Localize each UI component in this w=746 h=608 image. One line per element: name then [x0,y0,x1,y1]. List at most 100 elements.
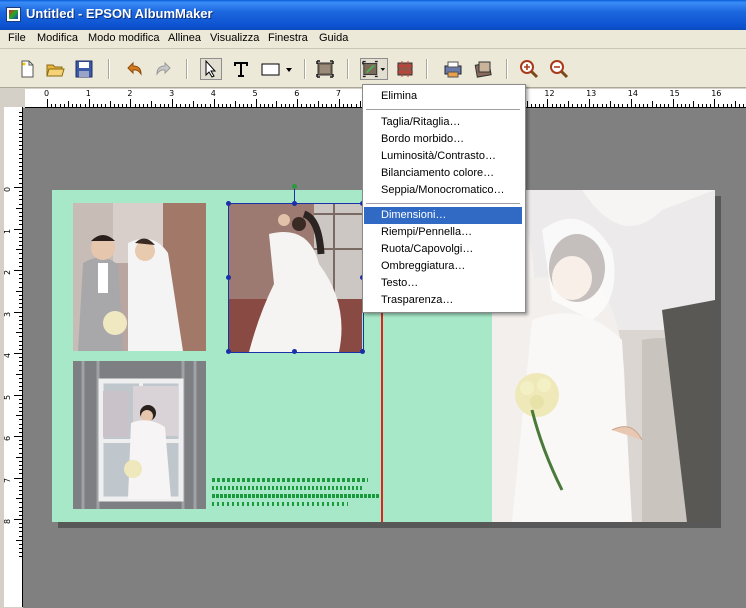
menu-file[interactable]: File [8,32,26,44]
photo-couple[interactable] [73,203,206,351]
ruler-tick [559,104,561,107]
ruler-tick [19,365,22,367]
photo-window[interactable] [73,361,206,509]
ruler-tick [19,220,22,222]
ruler-v-label: 6 [4,436,12,441]
edit-image-menu: Elimina Taglia/Ritaglia… Bordo morbido… … [362,84,526,313]
redo-icon[interactable] [153,58,175,80]
photo-effects-icon[interactable] [472,58,494,80]
ruler-tick [19,191,22,193]
resize-handle-bottom[interactable] [292,349,297,354]
ruler-tick [355,104,357,107]
menu-finestra[interactable]: Finestra [268,32,308,44]
ruler-tick [19,286,22,288]
ruler-tick [84,104,86,107]
menu-allinea[interactable]: Allinea [168,32,201,44]
ruler-tick [293,104,295,107]
ruler-tick [263,104,265,107]
ruler-tick [19,174,22,176]
ruler-tick [109,101,111,107]
app-icon[interactable] [6,7,21,22]
frame-layout-icon[interactable] [314,58,336,80]
ruler-tick [685,104,686,107]
crop-image-icon[interactable] [394,58,416,80]
ruler-tick [19,510,22,512]
ruler-tick [659,104,661,107]
vertical-ruler: 0 1 2 3 4 5 6 7 8 [4,107,23,607]
menu-modifica[interactable]: Modifica [37,32,78,44]
menu-item-elimina[interactable]: Elimina [364,88,522,105]
ruler-tick [359,101,361,107]
menu-item-trasparenza[interactable]: Trasparenza… [364,292,522,309]
menu-item-riempi-pennella[interactable]: Riempi/Pennella… [364,224,522,241]
save-icon[interactable] [73,58,95,80]
ruler-h-label: 3 [169,89,175,98]
menu-item-seppia-monocromatico[interactable]: Seppia/Monocromatico… [364,182,522,199]
select-arrow-icon[interactable] [200,58,222,80]
ruler-tick [547,99,549,107]
ruler-tick [622,104,624,107]
new-file-icon[interactable] [16,58,38,80]
menu-item-dimensioni[interactable]: Dimensioni… [364,207,522,224]
ruler-tick [564,104,566,107]
resize-handle-left[interactable] [226,275,231,280]
ruler-tick [19,406,22,408]
ruler-tick [19,257,22,259]
ruler-tick [19,149,22,151]
ruler-tick [19,261,22,263]
ruler-tick [19,112,22,113]
menu-item-bilanciamento-colore[interactable]: Bilanciamento colore… [364,165,522,182]
ruler-tick [234,101,236,107]
menu-item-bordo-morbido[interactable]: Bordo morbido… [364,131,522,148]
ruler-tick [19,344,22,346]
zoom-in-icon[interactable] [518,58,540,80]
page-caption-text[interactable] [212,476,382,510]
ruler-tick [142,104,144,107]
resize-handle-bottom-right[interactable] [360,349,365,354]
rotate-handle[interactable] [292,184,297,189]
ruler-tick [530,104,532,107]
ruler-tick [19,340,22,342]
resize-handle-top[interactable] [292,201,297,206]
ruler-tick [19,411,22,413]
print-icon[interactable] [442,58,464,80]
edit-image-dropdown-icon[interactable] [360,58,388,80]
ruler-h-label: 7 [335,89,341,98]
ruler-tick [19,473,22,475]
ruler-tick [697,104,699,107]
menu-guida[interactable]: Guida [319,32,348,44]
text-tool-icon[interactable] [230,58,252,80]
ruler-tick [76,104,78,107]
ruler-tick [19,315,22,317]
ruler-tick [122,104,124,107]
ruler-tick [19,128,22,130]
ruler-tick [19,323,22,325]
ruler-tick [330,104,332,107]
menu-item-testo[interactable]: Testo… [364,275,522,292]
ruler-tick [272,104,274,107]
ruler-tick [19,303,22,305]
menu-item-taglia-ritaglia[interactable]: Taglia/Ritaglia… [364,114,522,131]
ruler-tick [19,136,22,138]
undo-icon[interactable] [123,58,145,80]
menu-item-luminosita-contrasto[interactable]: Luminosità/Contrasto… [364,148,522,165]
shape-tool-icon[interactable] [259,58,295,80]
ruler-tick [19,460,22,462]
ruler-tick [609,101,611,107]
ruler-h-label: 16 [711,89,722,98]
ruler-tick [19,531,22,533]
ruler-tick [19,161,22,163]
menu-modo-modifica[interactable]: Modo modifica [88,32,160,44]
resize-handle-bottom-left[interactable] [226,349,231,354]
ruler-tick [19,132,22,134]
menu-item-ombreggiatura[interactable]: Ombreggiatura… [364,258,522,275]
ruler-tick [347,104,349,107]
menu-visualizza[interactable]: Visualizza [210,32,259,44]
ruler-tick [668,104,670,107]
open-folder-icon[interactable] [44,58,66,80]
menu-item-ruota-capovolgi[interactable]: Ruota/Capovolgi… [364,241,522,258]
ruler-tick [19,232,22,234]
ruler-tick [601,104,603,107]
zoom-out-icon[interactable] [548,58,570,80]
resize-handle-top-left[interactable] [226,201,231,206]
